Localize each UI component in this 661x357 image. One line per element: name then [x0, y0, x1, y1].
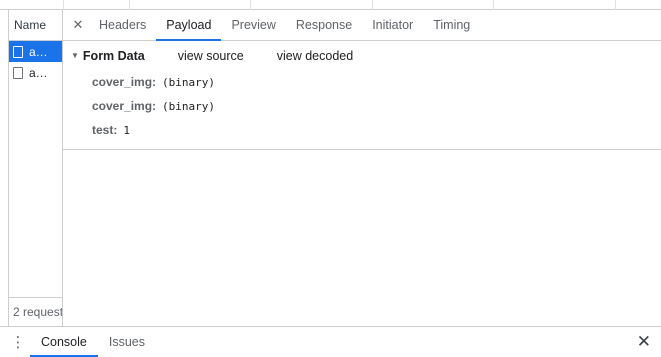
- section-divider: [63, 149, 661, 150]
- form-field-value: 1: [123, 123, 130, 137]
- bottom-drawer: ⋮ Console Issues ✕: [0, 326, 661, 357]
- tab-response[interactable]: Response: [286, 10, 362, 40]
- request-row[interactable]: a…: [9, 62, 62, 83]
- form-field-key: cover_img: [92, 99, 153, 113]
- request-name: a…: [29, 65, 48, 80]
- view-decoded-link[interactable]: view decoded: [277, 49, 353, 63]
- key-value-separator: :: [152, 99, 157, 113]
- form-data-section-header[interactable]: ▼ Form Data view source view decoded: [63, 41, 661, 70]
- document-icon: [13, 66, 23, 79]
- form-data-row: test: 1: [63, 118, 661, 142]
- column-divider: [129, 0, 130, 10]
- form-data-row: cover_img: (binary): [63, 94, 661, 118]
- document-icon: [13, 45, 23, 58]
- form-data-title: Form Data: [82, 48, 145, 63]
- tab-payload[interactable]: Payload: [156, 10, 222, 41]
- details-tab-bar: ✕ Headers Payload Preview Response Initi…: [63, 10, 661, 41]
- waterfall-header-strip: [0, 0, 661, 10]
- tab-console[interactable]: Console: [30, 327, 98, 357]
- request-name: a…: [29, 44, 48, 59]
- tab-initiator[interactable]: Initiator: [362, 10, 423, 40]
- close-icon[interactable]: ✕: [637, 327, 651, 357]
- column-divider: [63, 0, 64, 10]
- tab-preview[interactable]: Preview: [221, 10, 285, 40]
- form-field-key: cover_img: [92, 75, 153, 89]
- column-divider: [250, 0, 251, 10]
- request-list: Name a… a… 2 requests: [8, 10, 63, 326]
- key-value-separator: :: [152, 75, 157, 89]
- key-value-separator: :: [113, 123, 118, 137]
- tab-issues[interactable]: Issues: [98, 327, 156, 357]
- view-source-link[interactable]: view source: [178, 49, 244, 63]
- form-field-key: test: [92, 123, 114, 137]
- request-details-panel: ✕ Headers Payload Preview Response Initi…: [63, 10, 661, 326]
- column-divider: [493, 0, 494, 10]
- request-count-status: 2 requests: [9, 297, 62, 326]
- name-column-header[interactable]: Name: [9, 10, 62, 41]
- form-data-row: cover_img: (binary): [63, 70, 661, 94]
- column-divider: [615, 0, 616, 10]
- tab-timing[interactable]: Timing: [423, 10, 480, 40]
- triangle-down-icon[interactable]: ▼: [71, 51, 79, 60]
- tab-headers[interactable]: Headers: [89, 10, 156, 40]
- close-icon[interactable]: ✕: [67, 10, 89, 40]
- more-vertical-icon[interactable]: ⋮: [0, 327, 30, 357]
- form-field-value: (binary): [162, 75, 216, 89]
- column-divider: [372, 0, 373, 10]
- form-field-value: (binary): [162, 99, 216, 113]
- request-row[interactable]: a…: [9, 41, 62, 62]
